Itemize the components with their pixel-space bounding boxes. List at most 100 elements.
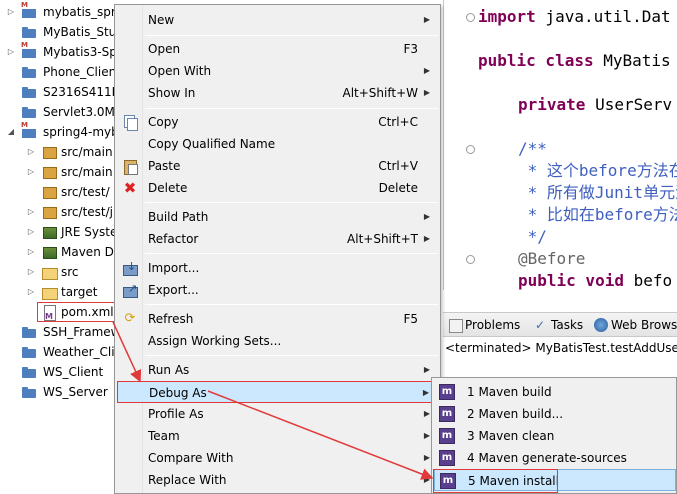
expand-icon[interactable]: ▷ [26,222,36,242]
submenu-arrow-icon: ▶ [423,453,430,462]
expand-icon[interactable]: ▷ [26,202,36,222]
expand-icon[interactable]: ▷ [26,162,36,182]
menu-separator [145,108,438,109]
menu-item-open[interactable]: Open F3 [117,38,438,60]
console-status: <terminated> MyBatisTest.testAddUser [445,341,677,355]
submenu-arrow-icon: ▶ [423,475,430,484]
menu-separator [145,304,438,305]
expand-icon[interactable]: ▷ [26,242,36,262]
code-line: private UserServ [518,95,673,114]
javadoc-line: * 比如在before方法 [518,205,677,224]
submenu-arrow-icon: ▶ [423,431,430,440]
submenu-item-maven-build-dialog[interactable]: m 2 Maven build... [434,403,676,425]
pom-annotation-box [37,302,116,322]
submenu-arrow-icon: ▶ [423,15,430,24]
menu-item-show-in[interactable]: Show In Alt+Shift+W ▶ [117,82,438,104]
submenu-arrow-icon: ▶ [422,388,429,397]
tasks-icon [534,315,548,335]
submenu-arrow-icon: ▶ [423,365,430,374]
menu-item-copy-qualified-name[interactable]: Copy Qualified Name [117,133,438,155]
menu-separator [145,355,438,356]
javadoc-line: */ [518,227,547,246]
project-folder-icon [21,25,37,39]
menu-item-import[interactable]: Import... [117,256,438,279]
fold-icon[interactable] [466,145,475,154]
submenu-item-maven-generate-sources[interactable]: m 4 Maven generate-sources [434,447,676,469]
submenu-arrow-icon: ▶ [423,212,430,221]
menu-separator [145,253,438,254]
javadoc-line: * 这个before方法在 [518,161,677,180]
menu-item-export[interactable]: Export... [117,278,438,301]
submenu-arrow-icon: ▶ [423,88,430,97]
problems-icon [448,318,463,333]
expand-icon[interactable]: ▷ [6,42,16,62]
maven-project-icon [21,1,37,19]
project-folder-icon [21,65,37,79]
menu-separator [145,202,438,203]
fold-icon[interactable] [466,13,475,22]
web-browser-icon [594,318,608,332]
menu-item-copy[interactable]: Copy Ctrl+C [117,111,438,133]
menu-item-build-path[interactable]: Build Path ▶ [117,206,438,228]
tab-problems[interactable]: Problems [445,315,520,335]
delete-icon: ✖ [123,179,137,197]
menu-item-new[interactable]: New ▶ [117,9,438,31]
java-editor[interactable]: import java.util.Dat public class MyBati… [443,0,677,290]
paste-icon [122,158,138,175]
fold-icon[interactable] [466,255,475,264]
code-line: public class MyBatis [478,51,671,70]
project-folder-icon [21,105,37,119]
code-line: import java.util.Dat [478,7,671,26]
tab-tasks[interactable]: Tasks [531,315,583,335]
library-icon [41,245,57,259]
import-icon [122,256,138,278]
javadoc-line: /** [518,139,547,158]
menu-item-refactor[interactable]: Refactor Alt+Shift+T ▶ [117,228,438,250]
project-folder-icon [21,365,37,379]
submenu-arrow-icon: ▶ [423,234,430,243]
copy-icon [122,114,138,131]
maven-icon: m [439,406,455,422]
menu-item-team[interactable]: Team ▶ [117,425,438,447]
tab-web-browser[interactable]: Web Brows [591,315,677,335]
project-folder-icon [21,345,37,359]
panel-tab-bar: Problems Tasks Web Brows [443,313,677,337]
menu-item-compare-with[interactable]: Compare With ▶ [117,447,438,469]
menu-separator [145,35,438,36]
project-folder-icon [21,385,37,399]
menu-item-paste[interactable]: Paste Ctrl+V [117,155,438,177]
annotation-line: @Before [518,249,586,268]
package-folder-icon [41,165,57,179]
expand-icon[interactable]: ▷ [26,262,36,282]
package-folder-icon [41,205,57,219]
menu-item-refresh[interactable]: ⟳ Refresh F5 [117,308,438,330]
package-folder-icon [41,145,57,159]
refresh-icon: ⟳ [124,311,136,326]
collapse-icon[interactable]: ◢ [6,122,16,142]
context-menu: New ▶ Open F3 Open With ▶ Show In Alt+Shift+… [114,4,441,494]
project-folder-icon [21,85,37,99]
install-annotation-box [433,469,558,493]
code-line: public void befo [518,271,673,290]
maven-icon: m [439,384,455,400]
expand-icon[interactable]: ▷ [6,2,16,22]
maven-project-icon [21,121,37,139]
menu-item-run-as[interactable]: Run As ▶ [117,359,438,381]
menu-item-open-with[interactable]: Open With ▶ [117,60,438,82]
maven-icon: m [439,450,455,466]
javadoc-line: * 所有做Junit单元测 [518,183,677,202]
submenu-arrow-icon: ▶ [423,66,430,75]
submenu-item-maven-build[interactable]: m 1 Maven build [434,381,676,403]
menu-item-assign-working-sets[interactable]: Assign Working Sets... [117,330,438,352]
expand-icon[interactable]: ▷ [26,142,36,162]
submenu-item-maven-clean[interactable]: m 3 Maven clean [434,425,676,447]
expand-icon[interactable]: ▷ [26,282,36,302]
package-folder-icon [41,185,57,199]
menu-item-delete[interactable]: ✖ Delete Delete [117,177,438,199]
library-icon [41,225,57,239]
folder-icon [41,265,58,280]
menu-item-debug-as[interactable]: Debug As ▶ [117,381,438,403]
menu-item-profile-as[interactable]: Profile As ▶ [117,403,438,425]
menu-item-replace-with[interactable]: Replace With ▶ [117,469,438,491]
package-explorer: ▷ mybatis_spr MyBatis_Stu ▷ Mybatis3-Sp … [0,0,116,494]
